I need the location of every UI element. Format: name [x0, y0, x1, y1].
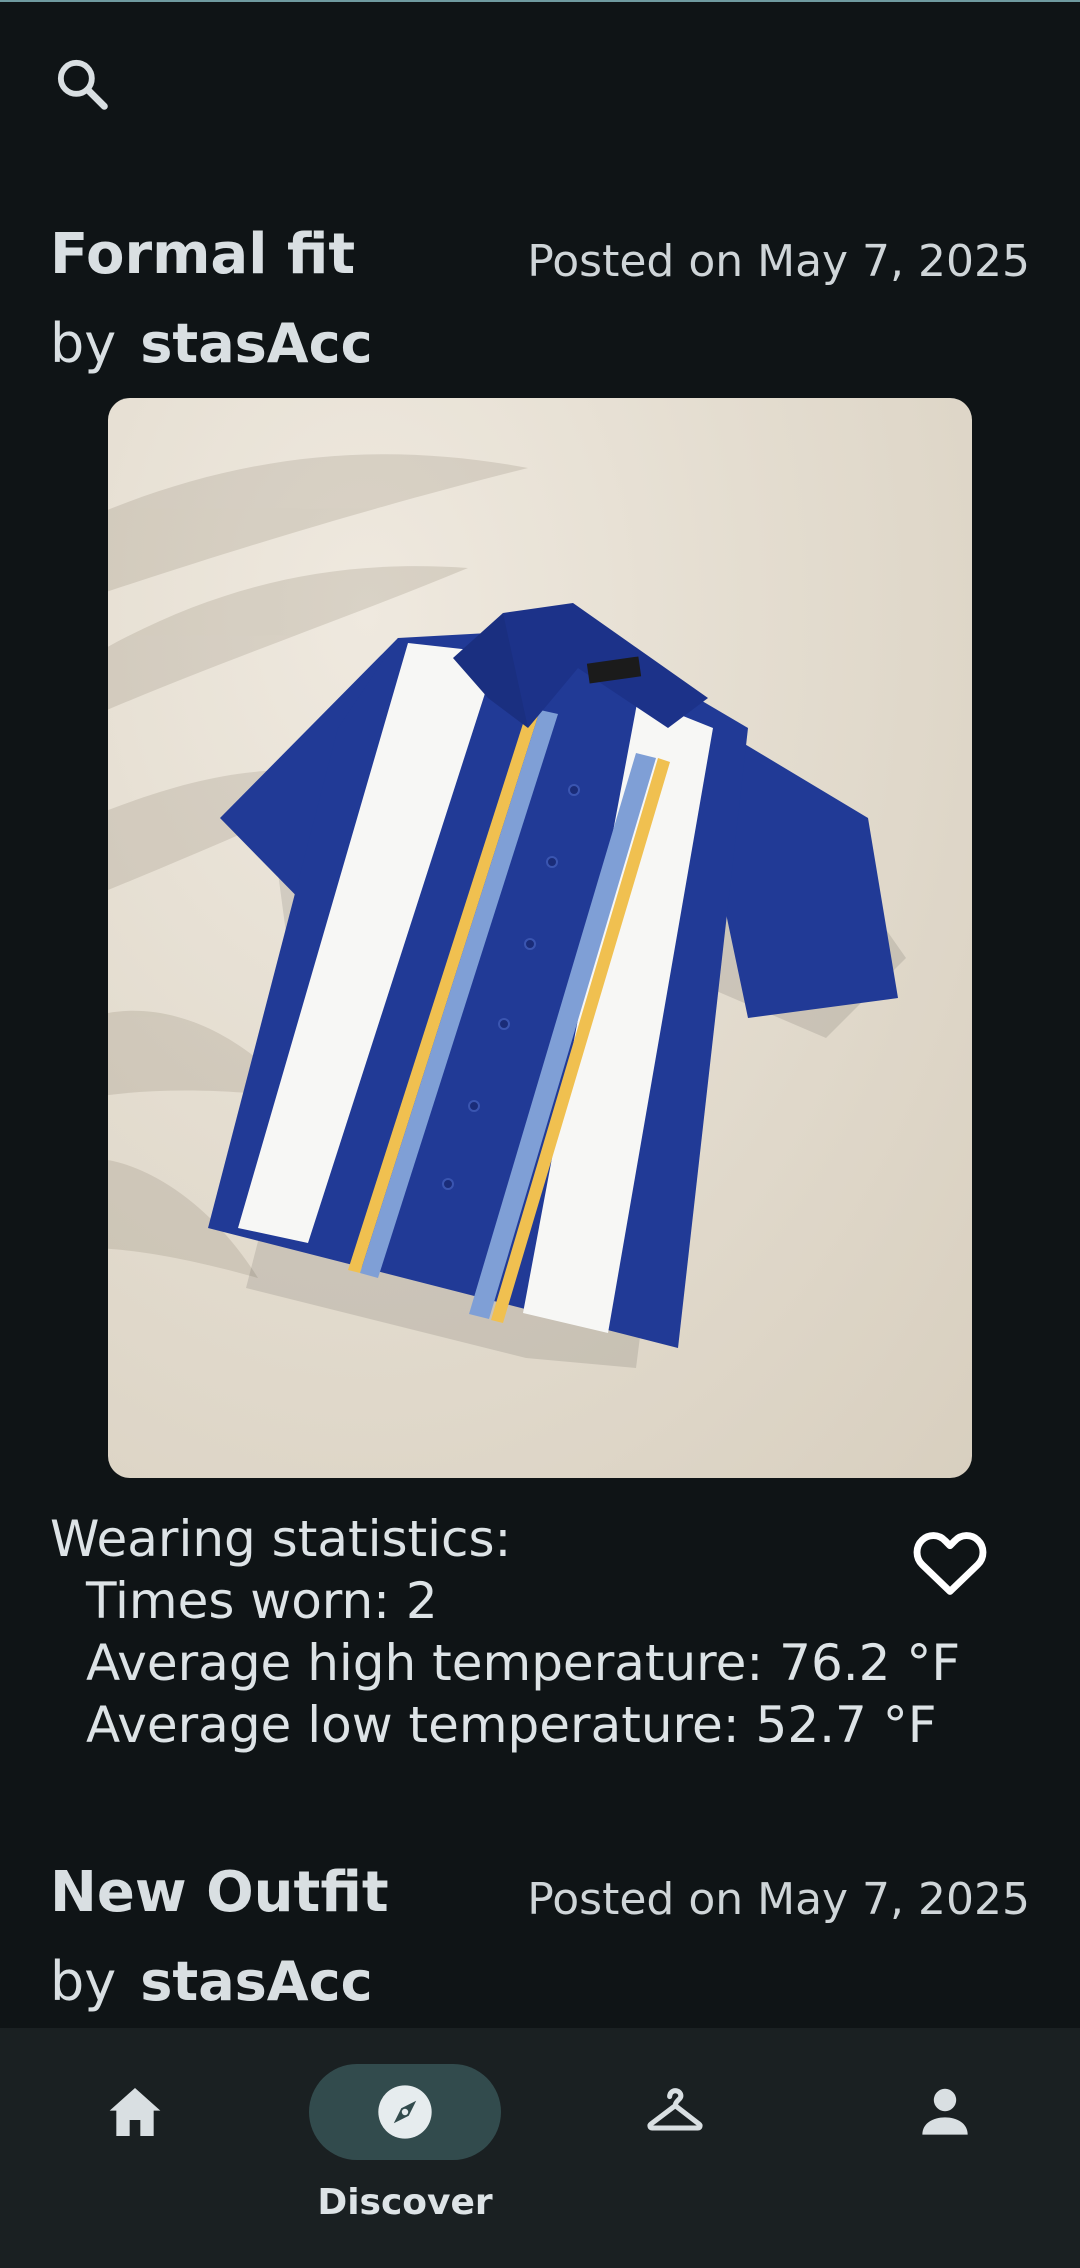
heart-outline-icon: [913, 1532, 987, 1595]
nav-profile[interactable]: [845, 2064, 1045, 2244]
post-title: Formal fit: [50, 222, 356, 287]
shirt-illustration: [108, 454, 906, 1368]
wearing-statistics: Wearing statistics: Times worn: 2 Averag…: [50, 1508, 960, 1756]
nav-discover-label: Discover: [317, 2182, 493, 2223]
nav-wardrobe[interactable]: [575, 2064, 775, 2244]
person-icon: [922, 2088, 968, 2135]
home-icon: [109, 2088, 161, 2136]
post-byline: by stasAcc: [50, 312, 373, 375]
post-byline: by stasAcc: [50, 1950, 373, 2013]
nav-discover[interactable]: Discover: [305, 2064, 505, 2244]
nav-home[interactable]: [35, 2064, 235, 2244]
search-icon: [57, 59, 108, 110]
like-button[interactable]: [910, 1526, 990, 1598]
outfit-photo[interactable]: [108, 398, 972, 1478]
stat-times-worn: Times worn: 2: [86, 1572, 438, 1630]
status-accent-line: [0, 0, 1080, 2]
stat-avg-low-temp: Average low temperature: 52.7 °F: [86, 1696, 937, 1754]
discover-screen: Formal fit Posted on May 7, 2025 by stasA…: [0, 0, 1080, 2268]
stats-heading: Wearing statistics:: [50, 1510, 512, 1568]
by-label: by: [50, 1950, 117, 2013]
by-label: by: [50, 312, 117, 375]
post-author[interactable]: stasAcc: [140, 1950, 372, 2013]
post-title: New Outfit: [50, 1860, 389, 1925]
post-date: Posted on May 7, 2025: [527, 1874, 1030, 1925]
compass-icon: [378, 2085, 432, 2139]
post-date: Posted on May 7, 2025: [527, 236, 1030, 287]
search-button[interactable]: [48, 50, 118, 120]
nav-active-indicator: [309, 2064, 501, 2160]
stat-avg-high-temp: Average high temperature: 76.2 °F: [86, 1634, 961, 1692]
hanger-icon: [647, 2088, 703, 2131]
bottom-navigation: Discover: [0, 2028, 1080, 2268]
post-author[interactable]: stasAcc: [140, 312, 372, 375]
